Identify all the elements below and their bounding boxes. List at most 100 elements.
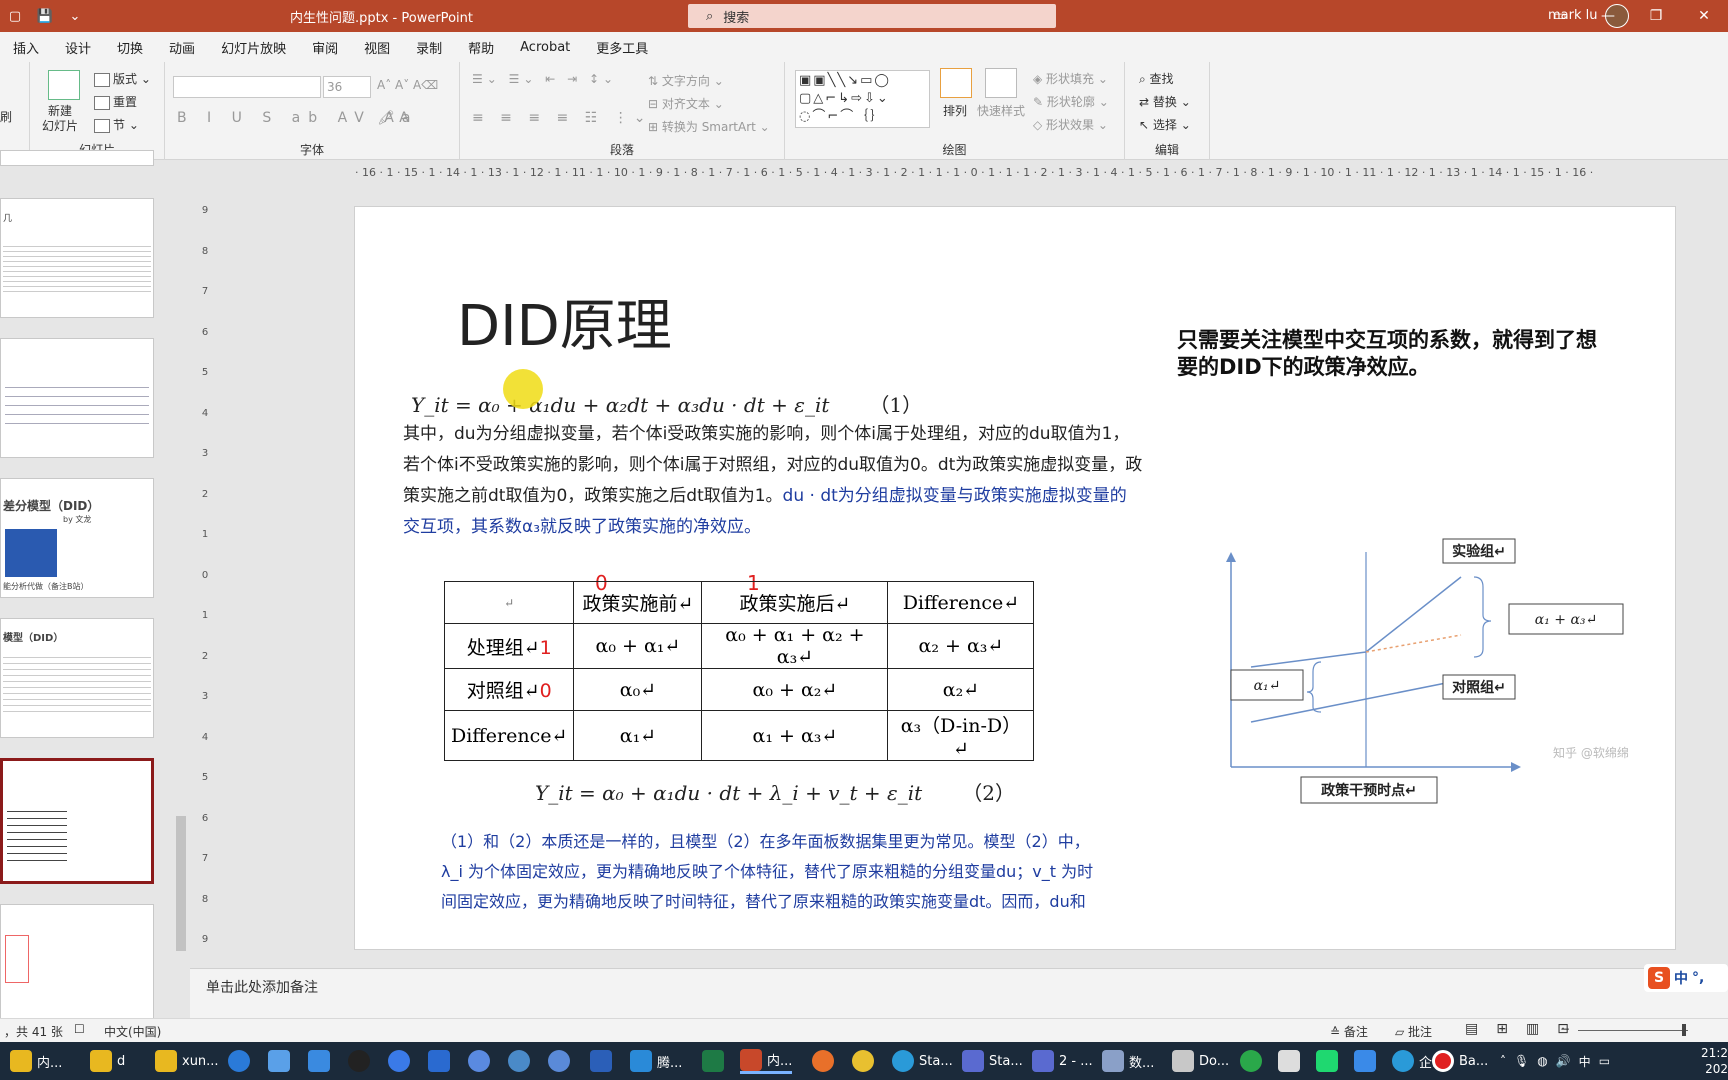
slide-thumbnail-selected[interactable] (0, 758, 154, 884)
close-button[interactable]: ✕ (1680, 0, 1728, 32)
select-button[interactable]: ↖ 选择 ⌄ (1139, 116, 1191, 133)
search-box[interactable]: ⌕ 搜索 (688, 4, 1056, 28)
new-slide-icon[interactable] (48, 70, 80, 100)
notes-pane[interactable]: 单击此处添加备注 (190, 968, 1728, 1018)
autosave-icon[interactable]: ▢ (0, 9, 30, 24)
notes-toggle[interactable]: ≙ 备注 (1330, 1023, 1368, 1040)
taskbar-app[interactable] (388, 1048, 410, 1074)
volume-icon[interactable]: 🔊 (1556, 1054, 1571, 1068)
taskbar-item[interactable]: 2 - ... (1032, 1048, 1093, 1074)
taskbar-app[interactable] (1240, 1048, 1262, 1074)
taskbar-app[interactable] (228, 1048, 250, 1074)
tab-more-tools[interactable]: 更多工具 (583, 38, 661, 57)
font-name-combobox[interactable] (173, 76, 321, 98)
zoom-out-button[interactable]: − (1560, 1022, 1570, 1036)
zoom-slider[interactable] (1578, 1030, 1688, 1031)
tab-record[interactable]: 录制 (403, 38, 455, 57)
list-buttons[interactable]: ☰⌄ ☰⌄ ⇤ ⇥ ↕⌄ (472, 72, 617, 86)
slide-thumbnail[interactable] (0, 338, 154, 458)
quick-styles-button[interactable]: 快速样式 (977, 102, 1025, 119)
taskbar-app[interactable] (308, 1048, 330, 1074)
taskbar-item[interactable]: xun... (155, 1048, 219, 1074)
slide-thumbnail[interactable]: 差分模型（DID） by 文龙 能分析代做（备注B站） (0, 478, 154, 598)
shape-outline-button[interactable]: ✎ 形状轮廓 ⌄ (1033, 93, 1109, 110)
section-button[interactable]: 节 ⌄ (94, 116, 139, 133)
equation-2[interactable]: Y_it = α₀ + α₁du · dt + λ_i + v_t + ε_it… (535, 777, 1015, 806)
thumbnail-scrollbar[interactable] (174, 166, 188, 1016)
new-slide-button[interactable]: 新建 幻灯片 (42, 104, 78, 134)
shape-effects-button[interactable]: ◇ 形状效果 ⌄ (1033, 116, 1108, 133)
taskbar-item[interactable]: 腾... (630, 1048, 682, 1074)
align-buttons[interactable]: ≡ ≡ ≡ ≡ ☷ ⋮⌄ (472, 110, 651, 126)
customize-qat-icon[interactable]: ⌄ (60, 9, 90, 24)
taskbar-app[interactable] (1354, 1048, 1376, 1074)
quick-styles-icon[interactable] (985, 68, 1017, 98)
replace-button[interactable]: ⇄ 替换 ⌄ (1139, 93, 1191, 110)
taskbar-item[interactable]: Do... (1172, 1048, 1229, 1074)
taskbar-item-active[interactable]: 内... (740, 1048, 793, 1074)
taskbar-app[interactable] (268, 1048, 290, 1074)
taskbar-item[interactable]: d (90, 1048, 125, 1074)
accessibility-icon[interactable]: ☐ (74, 1022, 85, 1036)
tab-animations[interactable]: 动画 (156, 38, 208, 57)
zoom-slider-thumb[interactable] (1682, 1024, 1686, 1036)
tab-acrobat[interactable]: Acrobat (507, 40, 583, 55)
taskbar-item[interactable]: Sta... (962, 1048, 1023, 1074)
taskbar-app[interactable] (468, 1048, 490, 1074)
system-tray[interactable]: ˄ 🎙 ◍ 🔊 中 ▭ (1500, 1048, 1610, 1074)
clock[interactable]: 21:2 202 (1700, 1045, 1728, 1077)
ime-status[interactable]: 中 (1579, 1053, 1591, 1070)
scrollbar-thumb[interactable] (176, 816, 186, 951)
find-button[interactable]: ⌕ 查找 (1139, 70, 1174, 87)
slide-title[interactable]: DID原理 (457, 281, 672, 362)
taskbar-item[interactable]: 数... (1102, 1048, 1154, 1074)
taskbar-app[interactable] (852, 1048, 874, 1074)
layout-button[interactable]: 版式 ⌄ (94, 70, 151, 87)
summary-text[interactable]: 只需要关注模型中交互项的系数，就得到了想要的DID下的政策净效应。 (1177, 327, 1597, 381)
did-table[interactable]: ↵ 政策实施前↵ 政策实施后↵ Difference↵ 处理组↵1 α₀ + α… (443, 581, 1035, 761)
tab-insert[interactable]: 插入 (0, 38, 52, 57)
text-direction-button[interactable]: ⇅ 文字方向 ⌄ (648, 72, 724, 89)
arrange-icon[interactable] (940, 68, 972, 98)
taskbar-item[interactable]: 内... (10, 1048, 62, 1074)
align-text-button[interactable]: ⊟ 对齐文本 ⌄ (648, 95, 724, 112)
slide-thumbnail[interactable] (0, 150, 154, 166)
battery-icon[interactable]: ▭ (1599, 1054, 1610, 1068)
taskbar-app[interactable] (812, 1048, 834, 1074)
tab-slideshow[interactable]: 幻灯片放映 (208, 38, 299, 57)
font-size-combobox[interactable]: 36 (323, 76, 371, 98)
microphone-icon[interactable]: 🎙 (1514, 1054, 1529, 1068)
taskbar-app[interactable] (548, 1048, 570, 1074)
slide-canvas[interactable]: DID原理 Y_it = α₀ + α₁du + α₂dt + α₃du · d… (354, 206, 1676, 950)
taskbar-app[interactable] (702, 1048, 724, 1074)
ribbon-display-icon[interactable]: ▭ (1536, 0, 1584, 32)
taskbar-app[interactable] (428, 1048, 450, 1074)
ime-toolbar[interactable]: S 中 °, (1644, 964, 1728, 992)
taskbar-app[interactable] (508, 1048, 530, 1074)
smartart-button[interactable]: ⊞ 转换为 SmartArt ⌄ (648, 118, 770, 135)
taskbar-app[interactable] (1278, 1048, 1300, 1074)
format-painter-label[interactable]: 刷 (0, 108, 12, 125)
tab-review[interactable]: 审阅 (299, 38, 351, 57)
tab-view[interactable]: 视图 (351, 38, 403, 57)
taskbar-app[interactable] (1316, 1048, 1338, 1074)
taskbar-app[interactable] (590, 1048, 612, 1074)
restore-button[interactable]: ❐ (1632, 0, 1680, 32)
tray-chevron-icon[interactable]: ˄ (1500, 1054, 1506, 1068)
slide-thumbnail[interactable]: 模型（DID） (0, 618, 154, 738)
taskbar-item[interactable]: Sta... (892, 1048, 953, 1074)
comparison-paragraph[interactable]: （1）和（2）本质还是一样的，且模型（2）在多年面板数据集里更为常见。模型（2）… (441, 827, 1141, 917)
comments-toggle[interactable]: ▱ 批注 (1395, 1023, 1432, 1040)
tab-design[interactable]: 设计 (52, 38, 104, 57)
tab-transitions[interactable]: 切换 (104, 38, 156, 57)
grow-font-icon[interactable]: A˄ A˅ A⌫ (377, 78, 438, 92)
network-icon[interactable]: ◍ (1537, 1054, 1547, 1068)
explanation-paragraph[interactable]: 其中，du为分组虚拟变量，若个体i受政策实施的影响，则个体i属于处理组，对应的d… (403, 419, 1143, 543)
shape-fill-button[interactable]: ◈ 形状填充 ⌄ (1033, 70, 1108, 87)
tab-help[interactable]: 帮助 (455, 38, 507, 57)
slide-thumbnail[interactable] (0, 904, 154, 1024)
language-status[interactable]: 中文(中国) (104, 1023, 161, 1040)
slide-thumbnail[interactable]: 几 (0, 198, 154, 318)
equation-1[interactable]: Y_it = α₀ + α₁du + α₂dt + α₃du · dt + ε_… (411, 389, 922, 418)
font-color-icon[interactable]: 🖍 A (377, 110, 409, 126)
